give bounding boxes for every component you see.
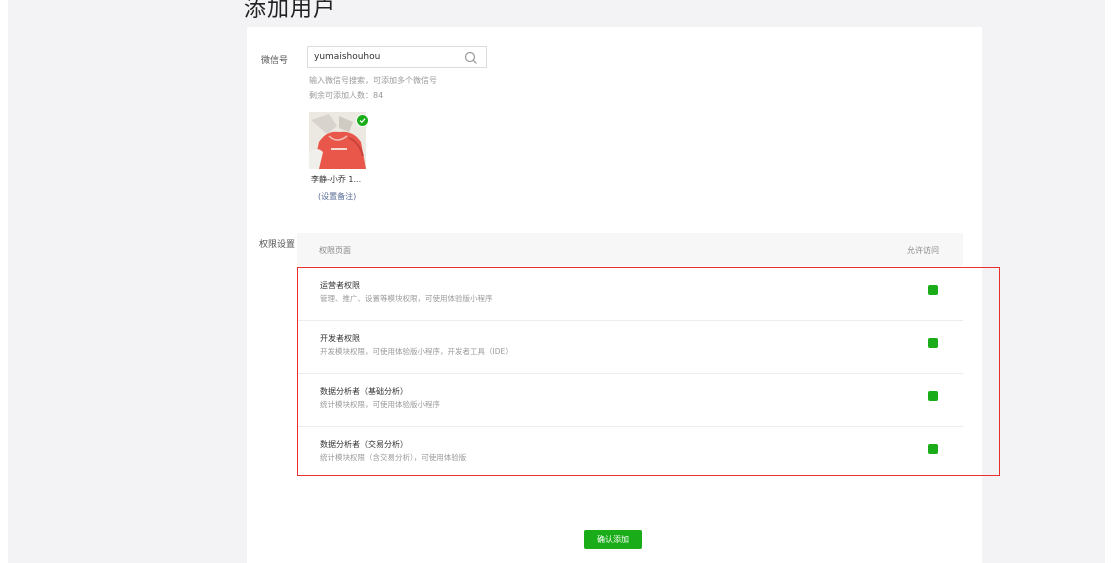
permission-description: 管理、推广、设置等模块权限，可使用体验版小程序	[320, 294, 493, 303]
permission-checkbox[interactable]	[928, 338, 938, 348]
column-allow-access: 允许访问	[907, 246, 939, 255]
selected-check-icon	[356, 114, 369, 127]
permission-checkbox[interactable]	[928, 391, 938, 401]
permission-title: 数据分析者（交易分析）	[320, 440, 408, 449]
permission-row-operator: 运营者权限 管理、推广、设置等模块权限，可使用体验版小程序	[297, 267, 963, 321]
permission-title: 运营者权限	[320, 281, 360, 290]
left-edge	[0, 0, 8, 563]
wechat-id-label: 微信号	[261, 56, 289, 66]
remaining-count: 剩余可添加人数：84	[309, 91, 384, 100]
column-permission-page: 权限页面	[319, 246, 351, 255]
search-hint: 输入微信号搜索，可添加多个微信号	[309, 76, 437, 85]
permission-description: 统计模块权限，可使用体验版小程序	[320, 400, 440, 409]
wechat-search-input[interactable]	[314, 50, 464, 64]
permission-title: 开发者权限	[320, 334, 360, 343]
wechat-search-box	[307, 46, 487, 68]
permission-table-header: 权限页面 允许访问	[297, 233, 963, 266]
confirm-add-button[interactable]: 确认添加	[584, 530, 642, 549]
set-remark-link[interactable]: (设置备注)	[318, 191, 356, 202]
permission-row-analyst-basic: 数据分析者（基础分析） 统计模块权限，可使用体验版小程序	[297, 373, 963, 427]
permission-settings-label: 权限设置	[259, 240, 296, 250]
permission-description: 开发模块权限，可使用体验版小程序，开发者工具（IDE）	[320, 347, 513, 356]
right-edge	[1105, 0, 1111, 563]
search-icon[interactable]	[464, 51, 478, 65]
permission-description: 统计模块权限（含交易分析），可使用体验版	[320, 453, 467, 462]
user-name: 李静-小乔 1...	[311, 175, 362, 184]
page-title: 添加用户	[244, 0, 337, 22]
permission-checkbox[interactable]	[928, 285, 938, 295]
permission-row-analyst-trade: 数据分析者（交易分析） 统计模块权限（含交易分析），可使用体验版	[297, 426, 963, 479]
permission-row-developer: 开发者权限 开发模块权限，可使用体验版小程序，开发者工具（IDE）	[297, 320, 963, 374]
permission-checkbox[interactable]	[928, 444, 938, 454]
permission-title: 数据分析者（基础分析）	[320, 387, 408, 396]
